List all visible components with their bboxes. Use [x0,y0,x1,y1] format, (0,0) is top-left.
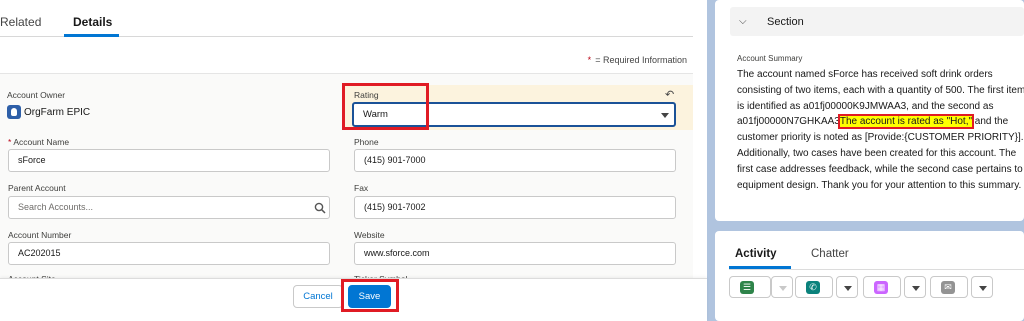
email-icon: ✉ [941,281,955,294]
call-icon: ✆ [806,281,820,294]
account-owner-value[interactable]: OrgFarm EPIC [24,107,90,118]
section-card: ⌵ Section Account Summary The account na… [715,0,1024,221]
tab-chatter[interactable]: Chatter [811,248,849,260]
activity-card: Activity Chatter ☰ ✆ ▦ ✉ [715,231,1024,321]
new-task-button[interactable]: ☰ [729,276,771,298]
cancel-button[interactable]: Cancel [293,285,343,308]
required-star: * [587,55,592,65]
summary-text-end: and the customer priority is noted as [P… [737,116,1024,191]
required-information-text: = Required Information [595,55,687,65]
email-menu-button[interactable] [971,276,993,298]
section-header[interactable]: ⌵ Section [730,7,1024,36]
account-number-label: Account Number [8,230,72,240]
summary-rating-highlight: The account is rated as "Hot," [837,114,975,130]
record-detail-panel: Related Details * = Required Information … [0,0,707,321]
tab-related[interactable]: Related [0,15,41,29]
undo-icon[interactable]: ↶ [665,88,674,101]
tab-details[interactable]: Details [73,15,112,29]
account-summary-text: The account named sForce has received so… [737,67,1024,193]
divider [729,269,1024,270]
send-email-button[interactable]: ✉ [930,276,968,298]
chevron-down-icon: ⌵ [739,16,747,27]
account-name-label: * Account Name [8,137,69,147]
fax-label: Fax [354,183,369,193]
fax-input[interactable]: (415) 901-7002 [354,196,676,219]
account-number-input[interactable]: AC202015 [8,242,330,265]
task-icon: ☰ [740,281,754,294]
account-name-label-text: Account Name [13,137,70,147]
chevron-down-icon [979,286,987,291]
new-event-button[interactable]: ▦ [863,276,901,298]
log-call-button[interactable]: ✆ [795,276,833,298]
chevron-down-icon [912,286,920,291]
required-information-note: * = Required Information [588,55,687,65]
record-tabs: Related Details [0,0,693,37]
rating-label: Rating [354,90,379,100]
parent-account-search-input[interactable]: Search Accounts... [8,196,330,219]
required-star: * [8,137,12,147]
rating-value: Warm [363,109,388,120]
event-menu-button[interactable] [904,276,926,298]
chevron-down-icon [844,286,852,291]
phone-input[interactable]: (415) 901-7000 [354,149,676,172]
account-summary-label: Account Summary [737,54,803,63]
tab-activity[interactable]: Activity [735,248,777,260]
save-button[interactable]: Save [348,285,391,308]
website-input[interactable]: www.sforce.com [354,242,676,265]
chevron-down-icon [779,286,787,291]
user-icon [7,105,21,119]
account-name-input[interactable]: sForce [8,149,330,172]
event-icon: ▦ [874,281,888,294]
website-label: Website [354,230,385,240]
chevron-down-icon [661,113,669,118]
rating-select[interactable]: Warm [352,102,676,127]
phone-label: Phone [354,137,379,147]
task-menu-button [771,276,793,298]
parent-account-label: Parent Account [8,183,66,193]
call-menu-button[interactable] [836,276,858,298]
active-tab-indicator [64,34,119,37]
account-owner-label: Account Owner [7,90,66,100]
search-icon[interactable] [314,202,326,214]
section-title: Section [767,16,804,28]
